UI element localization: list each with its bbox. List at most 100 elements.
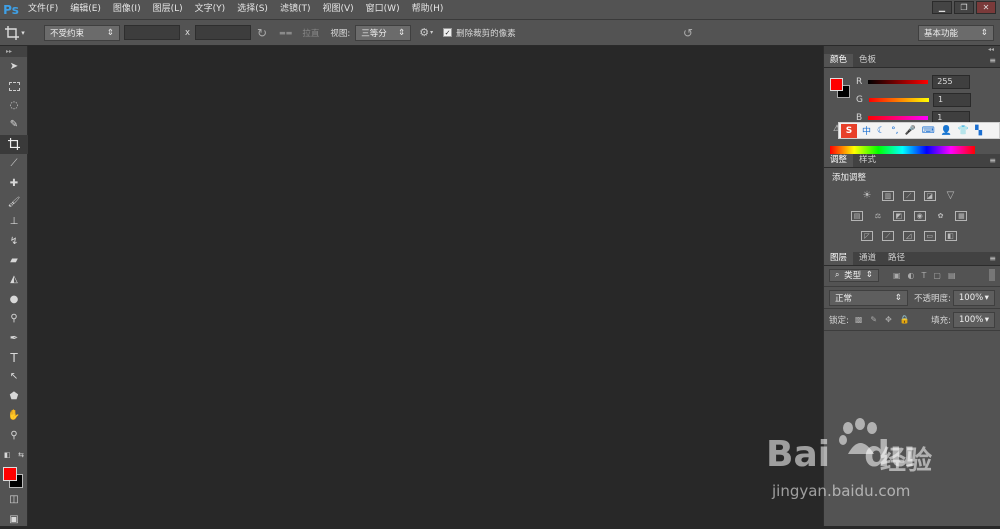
- restore-button[interactable]: ❐: [954, 1, 974, 14]
- moon-icon[interactable]: ☾: [877, 126, 885, 136]
- gear-icon[interactable]: ⚙: [419, 26, 429, 39]
- menu-type[interactable]: 文字(Y): [189, 0, 232, 19]
- brightness-icon[interactable]: ☀: [861, 191, 873, 202]
- menu-edit[interactable]: 编辑(E): [64, 0, 107, 19]
- straighten-button[interactable]: 拉直: [302, 27, 319, 39]
- screen-mode-icon[interactable]: ▣: [0, 510, 28, 529]
- hand-tool-icon[interactable]: ✋: [0, 406, 28, 425]
- crop-tool-preset-icon[interactable]: ▾: [0, 19, 30, 46]
- fill-input[interactable]: 100% ▾: [953, 311, 995, 328]
- channel-mixer-icon[interactable]: ✿: [935, 212, 947, 222]
- straighten-icon[interactable]: ▬▬: [279, 29, 292, 37]
- invert-icon[interactable]: ◸: [861, 231, 873, 241]
- menu-select[interactable]: 选择(S): [231, 0, 274, 19]
- menu-layer[interactable]: 图层(L): [147, 0, 189, 19]
- curves-icon[interactable]: ⟋: [902, 191, 915, 201]
- lasso-tool-icon[interactable]: ◌: [0, 96, 28, 115]
- chevron-down-icon[interactable]: ▾: [430, 29, 433, 36]
- microphone-icon[interactable]: 🎤: [904, 126, 915, 136]
- menu-window[interactable]: 窗口(W): [360, 0, 406, 19]
- red-slider[interactable]: [868, 80, 929, 84]
- vibrance-icon[interactable]: ▽: [945, 191, 957, 202]
- panel-menu-icon[interactable]: ≡: [989, 254, 996, 263]
- eraser-tool-icon[interactable]: ▰: [0, 251, 28, 270]
- shirt-icon[interactable]: 👕: [958, 126, 969, 136]
- paint-bucket-tool-icon[interactable]: ◭: [0, 270, 28, 289]
- type-tool-icon[interactable]: T: [0, 348, 28, 367]
- marquee-tool-icon[interactable]: [0, 76, 28, 95]
- document-canvas-area[interactable]: [28, 46, 823, 526]
- keyboard-icon[interactable]: ⌨: [922, 126, 935, 136]
- pen-tool-icon[interactable]: ✒: [0, 328, 28, 347]
- blur-tool-icon[interactable]: ●: [0, 290, 28, 309]
- lock-icons[interactable]: ▩✎✥🔒: [855, 315, 918, 324]
- color-lookup-icon[interactable]: ▦: [955, 211, 968, 221]
- ratio-dropdown[interactable]: 不受约束 ⇕: [44, 24, 120, 41]
- blend-mode-dropdown[interactable]: 正常 ⇕: [829, 289, 908, 306]
- punctuation-icon[interactable]: °,: [891, 126, 898, 136]
- minimize-button[interactable]: ▁: [932, 1, 952, 14]
- quick-mask-icon[interactable]: ◫: [0, 490, 28, 509]
- path-selection-tool-icon[interactable]: ↖: [0, 367, 28, 386]
- red-value-input[interactable]: 255: [932, 75, 971, 89]
- tab-channels[interactable]: 通道: [853, 252, 882, 265]
- tab-styles[interactable]: 样式: [853, 154, 882, 167]
- blue-slider[interactable]: [868, 116, 929, 120]
- dodge-tool-icon[interactable]: ⚲: [0, 309, 28, 328]
- foreground-color-swatch[interactable]: [3, 467, 17, 482]
- height-input[interactable]: [195, 25, 252, 40]
- tab-layers[interactable]: 图层: [824, 252, 854, 265]
- default-colors-icon[interactable]: ◧ ⇆: [0, 445, 28, 464]
- color-balance-icon[interactable]: ⚖: [872, 212, 884, 222]
- tab-color[interactable]: 颜色: [824, 54, 854, 67]
- filter-toggle[interactable]: [989, 269, 995, 281]
- color-spectrum-bar[interactable]: [830, 146, 975, 154]
- collapse-arrows-icon[interactable]: ▸▸: [0, 46, 27, 57]
- menu-file[interactable]: 文件(F): [22, 0, 64, 19]
- swap-rotate-icon[interactable]: ↻: [257, 26, 267, 40]
- foreground-color-swatch[interactable]: [830, 78, 843, 91]
- tab-paths[interactable]: 路径: [882, 252, 911, 265]
- delete-pixels-checkbox[interactable]: ✓: [443, 28, 453, 37]
- tab-swatches[interactable]: 色板: [853, 54, 882, 67]
- panel-menu-icon[interactable]: ≡: [989, 56, 996, 65]
- green-slider[interactable]: [868, 98, 929, 102]
- menu-image[interactable]: 图像(I): [107, 0, 147, 19]
- width-input[interactable]: [124, 25, 180, 40]
- menu-help[interactable]: 帮助(H): [406, 0, 450, 19]
- user-icon[interactable]: 👤: [941, 126, 952, 136]
- selective-color-icon[interactable]: ◧: [944, 231, 957, 241]
- tab-adjustments[interactable]: 调整: [824, 154, 854, 167]
- menu-filter[interactable]: 滤镜(T): [274, 0, 317, 19]
- history-brush-tool-icon[interactable]: ↯: [0, 232, 28, 251]
- black-white-icon[interactable]: ◩: [892, 211, 905, 221]
- zoom-tool-icon[interactable]: ⚲: [0, 425, 28, 444]
- eyedropper-tool-icon[interactable]: ⟋: [0, 154, 28, 173]
- view-dropdown[interactable]: 三等分 ⇕: [355, 24, 412, 41]
- crop-tool-icon[interactable]: [0, 134, 28, 154]
- menu-view[interactable]: 视图(V): [316, 0, 359, 19]
- threshold-icon[interactable]: ◿: [902, 231, 915, 241]
- green-value-input[interactable]: 1: [932, 93, 971, 107]
- reset-icon[interactable]: ↺: [683, 26, 693, 40]
- move-tool-icon[interactable]: ➤: [0, 57, 28, 76]
- shape-tool-icon[interactable]: ⬟: [0, 387, 28, 406]
- ime-language-toggle[interactable]: 中: [862, 124, 871, 137]
- close-button[interactable]: ✕: [976, 1, 996, 14]
- levels-icon[interactable]: ▥: [881, 191, 894, 201]
- exposure-icon[interactable]: ◪: [923, 191, 936, 201]
- posterize-icon[interactable]: ⟋: [881, 231, 894, 241]
- clone-stamp-tool-icon[interactable]: ⊥: [0, 212, 28, 231]
- quick-selection-tool-icon[interactable]: ✎: [0, 115, 28, 134]
- panel-menu-icon[interactable]: ≡: [989, 156, 996, 165]
- grid-icon[interactable]: ▚: [975, 126, 982, 136]
- collapse-arrows-icon[interactable]: ◂◂: [824, 46, 1000, 54]
- brush-tool-icon[interactable]: 🖌: [0, 193, 28, 212]
- hue-saturation-icon[interactable]: ▤: [851, 211, 863, 221]
- layer-filter-icons[interactable]: ▣◐T▢▤: [893, 271, 963, 280]
- ime-logo[interactable]: S: [841, 123, 857, 138]
- workspace-dropdown[interactable]: 基本功能 ⇕: [918, 25, 994, 41]
- photo-filter-icon[interactable]: ◉: [913, 211, 926, 221]
- layer-filter-dropdown[interactable]: ⌕ 类型 ⇕: [829, 268, 879, 282]
- opacity-input[interactable]: 100% ▾: [952, 289, 995, 306]
